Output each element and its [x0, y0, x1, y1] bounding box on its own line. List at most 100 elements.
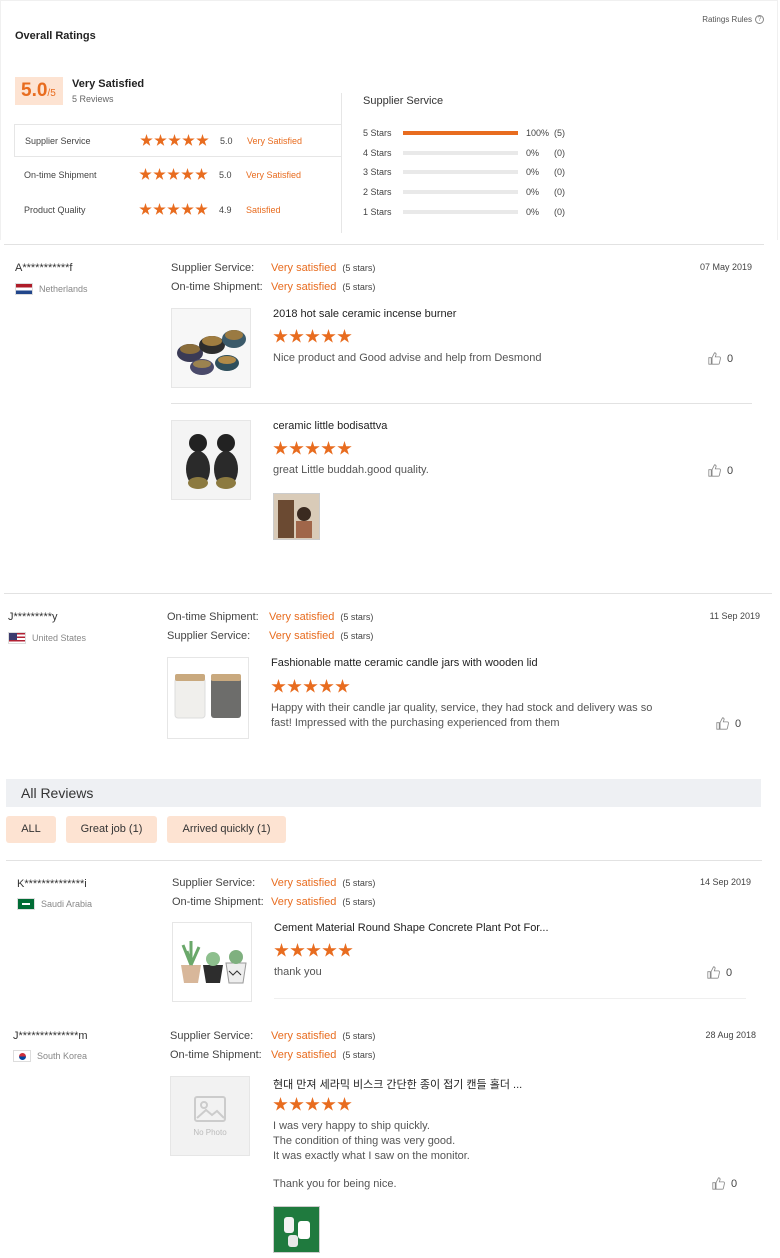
star-icon	[139, 203, 152, 215]
country-label: United States	[32, 633, 87, 643]
rating-note: (5 stars)	[342, 1031, 376, 1041]
metric-label: On-time Shipment	[24, 169, 97, 180]
metric-status: Very Satisfied	[247, 135, 303, 146]
filter-great-job[interactable]: Great job (1)	[66, 816, 157, 843]
review-rating-line: Supplier Service: Very satisfied (5 star…	[170, 1030, 375, 1042]
product-thumbnail[interactable]	[167, 657, 249, 739]
rating-key: Supplier Service:	[170, 1030, 254, 1042]
overall-ratings-title: Overall Ratings	[15, 30, 96, 42]
review-photo[interactable]	[273, 493, 320, 540]
review-photo[interactable]	[273, 1206, 320, 1253]
distribution-label: 1 Stars	[363, 207, 392, 217]
distribution-bar	[403, 131, 518, 135]
star-icon	[290, 943, 305, 957]
like-button[interactable]: 0	[708, 352, 733, 365]
overall-score-max: /5	[47, 88, 56, 99]
thumbs-up-icon[interactable]	[708, 464, 721, 477]
product-star-rating	[273, 329, 352, 344]
metric-value: 5.0	[220, 135, 233, 146]
product-thumbnail[interactable]	[172, 922, 252, 1002]
thumbs-up-icon[interactable]	[707, 966, 720, 979]
star-icon	[305, 441, 320, 455]
divider	[4, 244, 764, 245]
rating-value: Very satisfied	[271, 262, 337, 274]
thumbs-up-icon[interactable]	[712, 1177, 725, 1190]
question-icon[interactable]: ?	[755, 15, 764, 24]
metric-row-product-quality[interactable]: Product Quality 4.9 Satisfied	[14, 193, 341, 226]
like-button[interactable]: 0	[708, 464, 733, 477]
star-icon	[139, 168, 152, 180]
like-button[interactable]: 0	[707, 966, 732, 979]
image-placeholder-icon	[194, 1095, 226, 1122]
review-rating-line: On-time Shipment: Very satisfied (5 star…	[171, 281, 375, 293]
product-title[interactable]: Cement Material Round Shape Concrete Pla…	[274, 922, 549, 934]
review-rating-line: On-time Shipment: Very satisfied (5 star…	[172, 896, 375, 908]
ratings-rules-label[interactable]: Ratings Rules	[702, 15, 752, 24]
distribution-label: 2 Stars	[363, 187, 392, 197]
like-count: 0	[731, 1177, 738, 1190]
distribution-title: Supplier Service	[363, 95, 444, 107]
filter-all[interactable]: ALL	[6, 816, 56, 843]
no-photo-label: No Photo	[193, 1127, 227, 1137]
product-thumbnail-placeholder[interactable]: No Photo	[170, 1076, 250, 1156]
review-rating-line: Supplier Service: Very satisfied (5 star…	[172, 877, 375, 889]
distribution-row: 4 Stars 0% (0)	[363, 146, 584, 160]
metric-status: Satisfied	[246, 204, 281, 215]
thumbs-up-icon[interactable]	[716, 717, 729, 730]
distribution-row: 5 Stars 100% (5)	[363, 126, 584, 140]
star-icon	[337, 1097, 352, 1111]
divider	[6, 860, 762, 861]
distribution-label: 4 Stars	[363, 148, 392, 158]
product-title[interactable]: ceramic little bodisattva	[273, 420, 387, 432]
thumbs-up-icon[interactable]	[708, 352, 721, 365]
rating-note: (5 stars)	[342, 1050, 376, 1060]
rating-value: Very satisfied	[271, 896, 337, 908]
rating-key: On-time Shipment:	[171, 281, 263, 293]
distribution-count: (0)	[554, 167, 565, 177]
distribution-fill	[403, 131, 518, 135]
product-thumbnail[interactable]	[171, 308, 251, 388]
like-button[interactable]: 0	[716, 717, 741, 730]
product-star-rating	[271, 679, 350, 694]
star-rating	[139, 168, 219, 181]
star-icon	[271, 679, 286, 693]
star-icon	[273, 1097, 288, 1111]
star-icon	[167, 203, 180, 215]
rating-note: (5 stars)	[340, 631, 374, 641]
like-count: 0	[735, 717, 742, 730]
review-date: 07 May 2019	[699, 262, 752, 272]
divider	[274, 998, 746, 999]
distribution-label: 3 Stars	[363, 167, 392, 177]
distribution-bar	[403, 190, 518, 194]
product-title[interactable]: 2018 hot sale ceramic incense burner	[273, 308, 456, 320]
rating-key: Supplier Service:	[167, 630, 251, 642]
star-icon	[167, 168, 180, 180]
distribution-pct: 0%	[526, 207, 540, 217]
distribution-count: (0)	[554, 187, 565, 197]
reviewer-country: Saudi Arabia	[17, 898, 92, 910]
metric-row-on-time-shipment[interactable]: On-time Shipment 5.0 Very Satisfied	[14, 158, 341, 191]
overall-summary: Very Satisfied	[72, 78, 145, 90]
metric-row-supplier-service[interactable]: Supplier Service 5.0 Very Satisfied	[14, 124, 341, 157]
star-icon	[181, 168, 194, 180]
country-label: Netherlands	[39, 284, 88, 294]
star-icon	[335, 679, 350, 693]
rating-note: (5 stars)	[342, 282, 376, 292]
distribution-row: 3 Stars 0% (0)	[363, 165, 584, 179]
distribution-count: (5)	[554, 128, 565, 138]
like-button[interactable]: 0	[712, 1177, 737, 1190]
rating-note: (5 stars)	[342, 878, 376, 888]
ratings-rules-link[interactable]: Ratings Rules ?	[702, 15, 764, 24]
star-icon	[195, 168, 208, 180]
star-icon	[289, 441, 304, 455]
buddha-figure-image	[172, 421, 250, 499]
product-thumbnail[interactable]	[171, 420, 251, 500]
filter-arrived-quickly[interactable]: Arrived quickly (1)	[167, 816, 286, 843]
divider	[4, 593, 772, 594]
product-title[interactable]: 현대 만져 세라믹 비스크 간단한 종이 접기 캔들 홀더 ...	[273, 1076, 522, 1092]
star-icon	[319, 679, 334, 693]
distribution-bar	[403, 210, 518, 214]
product-title[interactable]: Fashionable matte ceramic candle jars wi…	[271, 657, 538, 669]
star-icon	[182, 134, 195, 146]
metric-divider	[341, 93, 342, 233]
